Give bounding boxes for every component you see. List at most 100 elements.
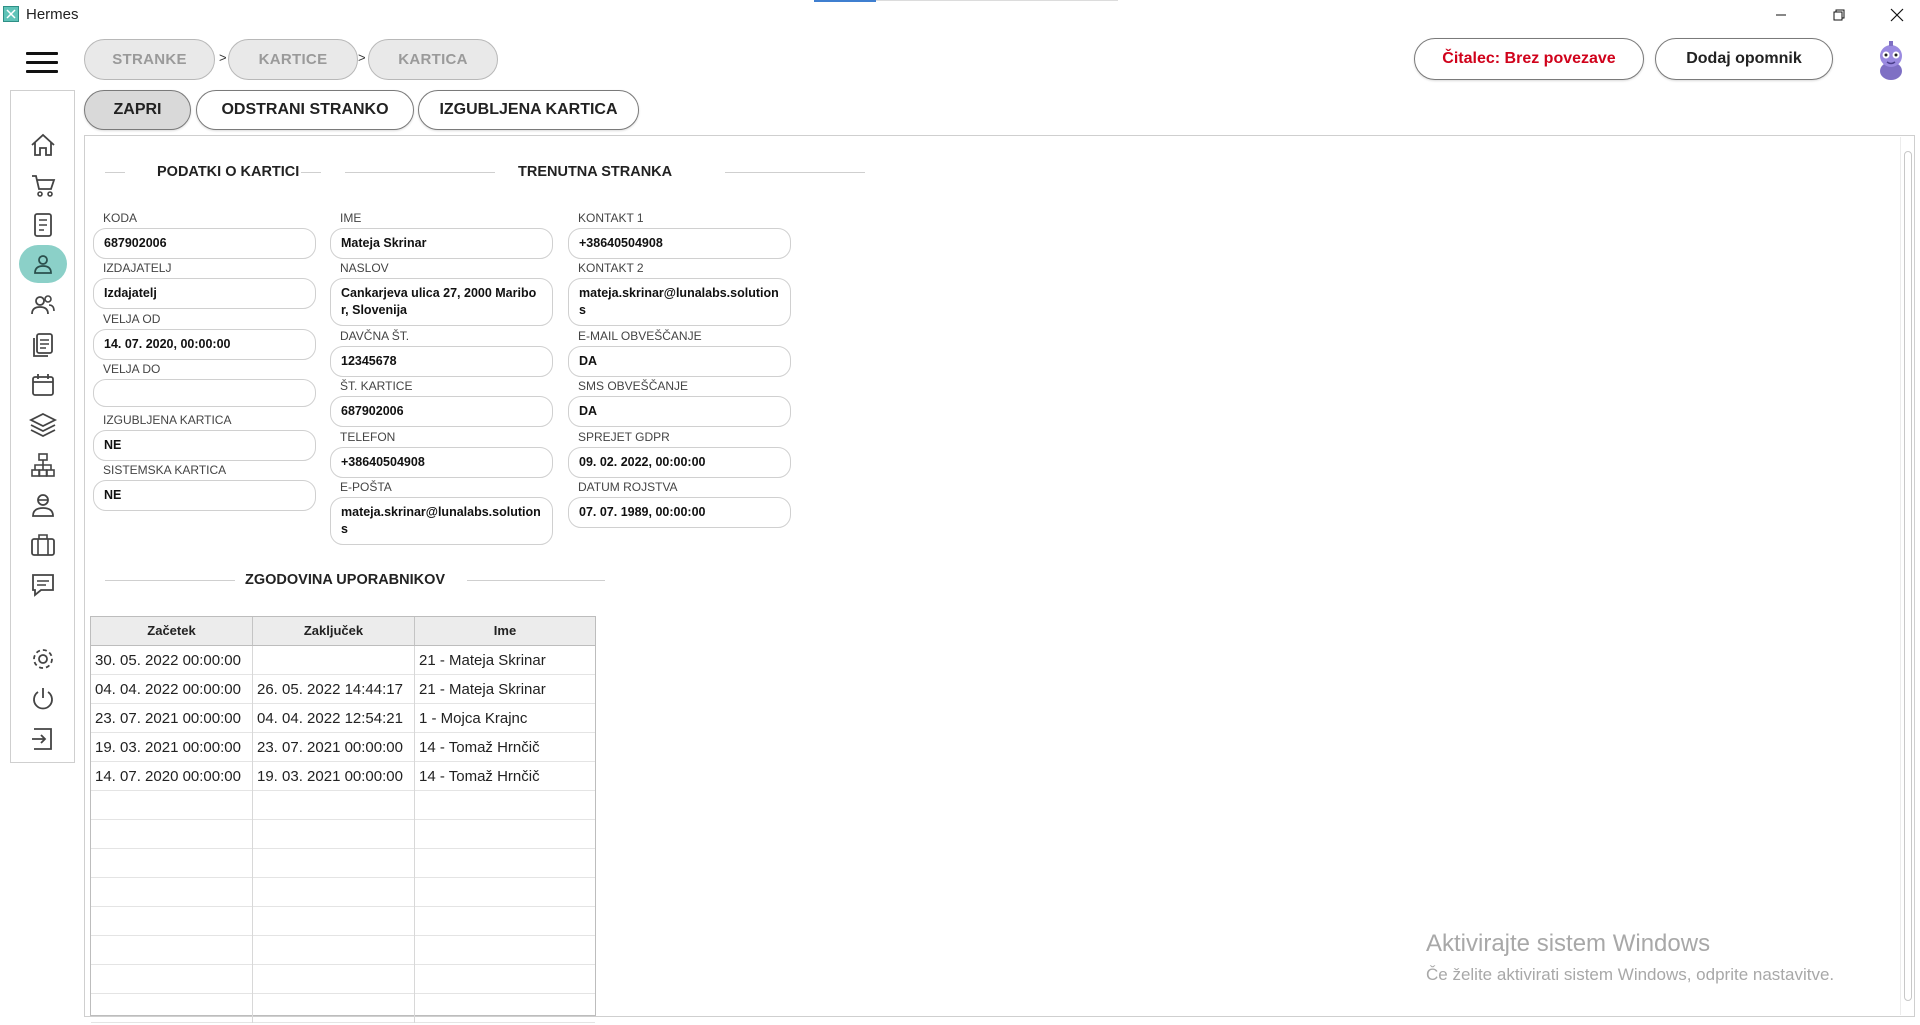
tax-number-field[interactable]: 12345678	[330, 346, 553, 377]
sidebar-item-documents[interactable]	[11, 206, 74, 244]
breadcrumb-kartice[interactable]: KARTICE	[228, 39, 358, 80]
restore-button[interactable]	[1810, 0, 1868, 29]
sidebar-item-network[interactable]	[11, 446, 74, 484]
cell-name	[415, 994, 595, 1023]
breadcrumb-kartica[interactable]: KARTICA	[368, 39, 498, 80]
gdpr-field[interactable]: 09. 02. 2022, 00:00:00	[568, 447, 791, 478]
birth-date-field[interactable]: 07. 07. 1989, 00:00:00	[568, 497, 791, 528]
name-field[interactable]: Mateja Skrinar	[330, 228, 553, 259]
address-field[interactable]: Cankarjeva ulica 27, 2000 Maribor, Slove…	[330, 278, 553, 326]
breadcrumb-stranke[interactable]: STRANKE	[84, 39, 215, 80]
contact1-field[interactable]: +38640504908	[568, 228, 791, 259]
table-row[interactable]: 14. 07. 2020 00:00:00 19. 03. 2021 00:00:…	[91, 762, 595, 791]
section-line	[105, 580, 235, 581]
column-header-name[interactable]: Ime	[415, 617, 595, 645]
table-row[interactable]: 30. 05. 2022 00:00:00 21 - Mateja Skrinar	[91, 646, 595, 675]
table-row-empty[interactable]	[91, 965, 595, 994]
email-notification-field[interactable]: DA	[568, 346, 791, 377]
sidebar-item-employee[interactable]	[11, 486, 74, 524]
table-row-empty[interactable]	[91, 878, 595, 907]
network-icon	[30, 453, 55, 477]
lost-card-field[interactable]: NE	[93, 430, 316, 461]
cell-end	[253, 646, 415, 675]
field-label: KODA	[103, 211, 138, 225]
avatar[interactable]	[1870, 38, 1912, 82]
table-row-empty[interactable]	[91, 849, 595, 878]
sidebar-item-messages[interactable]	[11, 566, 74, 604]
briefcase-icon	[30, 534, 55, 556]
sidebar-item-settings[interactable]	[11, 640, 74, 678]
cell-name: 21 - Mateja Skrinar	[419, 681, 546, 698]
table-row-empty[interactable]	[91, 791, 595, 820]
table-row[interactable]: 23. 07. 2021 00:00:00 04. 04. 2022 12:54:…	[91, 704, 595, 733]
close-window-button[interactable]	[1868, 0, 1920, 29]
breadcrumb-separator: >	[219, 50, 227, 65]
app-logo-icon	[3, 6, 19, 22]
table-row[interactable]: 04. 04. 2022 00:00:00 26. 05. 2022 14:44:…	[91, 675, 595, 704]
sidebar-item-lists[interactable]	[11, 326, 74, 364]
reader-status-button[interactable]: Čitalec: Brez povezave	[1414, 38, 1644, 80]
field-label: IZDAJATELJ	[103, 261, 172, 275]
sidebar-item-customers[interactable]	[11, 286, 74, 324]
sidebar-item-home[interactable]	[11, 126, 74, 164]
minimize-button[interactable]	[1752, 0, 1810, 29]
section-line	[105, 172, 125, 173]
field-label: IZGUBLJENA KARTICA	[103, 413, 232, 427]
column-header-start[interactable]: Začetek	[91, 617, 253, 645]
phone-field[interactable]: +38640504908	[330, 447, 553, 478]
card-number-field[interactable]: 687902006	[330, 396, 553, 427]
remove-customer-button[interactable]: ODSTRANI STRANKO	[196, 90, 414, 130]
system-card-field[interactable]: NE	[93, 480, 316, 511]
contact2-field[interactable]: mateja.skrinar@lunalabs.solutions	[568, 278, 791, 326]
valid-to-field[interactable]	[93, 379, 316, 407]
sidebar-item-logout[interactable]	[11, 720, 74, 758]
cell-start: 23. 07. 2021 00:00:00	[91, 704, 253, 733]
sidebar-item-cart[interactable]	[11, 166, 74, 204]
cell-start: 30. 05. 2022 00:00:00	[91, 646, 253, 675]
cell-start	[91, 820, 253, 849]
close-button[interactable]: ZAPRI	[84, 90, 191, 130]
table-row-empty[interactable]	[91, 936, 595, 965]
lost-card-button[interactable]: IZGUBLJENA KARTICA	[418, 90, 639, 130]
section-title: TRENUTNA STRANKA	[518, 164, 673, 180]
active-nav-indicator	[18, 245, 67, 283]
sidebar-item-calendar[interactable]	[11, 366, 74, 404]
field-label: NASLOV	[340, 261, 389, 275]
sms-notification-field[interactable]: DA	[568, 396, 791, 427]
cell-name	[415, 791, 595, 820]
field-label: VELJA DO	[103, 362, 161, 376]
windows-activation-title: Aktivirajte sistem Windows	[1426, 930, 1711, 957]
cell-name	[415, 820, 595, 849]
table-row-empty[interactable]	[91, 907, 595, 936]
cell-start	[91, 907, 253, 936]
valid-from-field[interactable]: 14. 07. 2020, 00:00:00	[93, 329, 316, 360]
minimize-icon	[1776, 14, 1786, 15]
field-label: DAVČNA ŠT.	[340, 329, 410, 343]
field-label: ŠT. KARTICE	[340, 379, 413, 393]
user-history-table: Začetek Zaključek Ime 30. 05. 2022 00:00…	[90, 616, 596, 1023]
table-row-empty[interactable]	[91, 994, 595, 1023]
vertical-scrollbar[interactable]	[1900, 137, 1914, 1015]
issuer-field[interactable]: Izdajatelj	[93, 278, 316, 309]
title-bar: Hermes	[0, 0, 1920, 29]
table-row[interactable]: 19. 03. 2021 00:00:00 23. 07. 2021 00:00:…	[91, 733, 595, 762]
cell-start	[91, 994, 253, 1023]
sidebar-item-layers[interactable]	[11, 406, 74, 444]
section-user-history: ZGODOVINA UPORABNIKOV	[105, 570, 605, 590]
breadcrumb-separator: >	[358, 50, 366, 65]
sidebar-item-briefcase[interactable]	[11, 526, 74, 564]
add-reminder-button[interactable]: Dodaj opomnik	[1655, 38, 1833, 80]
menu-bar-line	[26, 52, 58, 55]
koda-field[interactable]: 687902006	[93, 228, 316, 259]
cell-start	[91, 878, 253, 907]
cell-start	[91, 849, 253, 878]
menu-hamburger-button[interactable]	[26, 52, 58, 76]
field-label: IME	[340, 211, 362, 225]
table-row-empty[interactable]	[91, 820, 595, 849]
column-header-end[interactable]: Zaključek	[253, 617, 415, 645]
sidebar-item-customer[interactable]	[11, 245, 74, 283]
scrollbar-thumb[interactable]	[1904, 151, 1912, 1001]
field-label: E-MAIL OBVEŠČANJE	[578, 329, 702, 343]
sidebar-item-power[interactable]	[11, 680, 74, 718]
email-field[interactable]: mateja.skrinar@lunalabs.solutions	[330, 497, 553, 545]
